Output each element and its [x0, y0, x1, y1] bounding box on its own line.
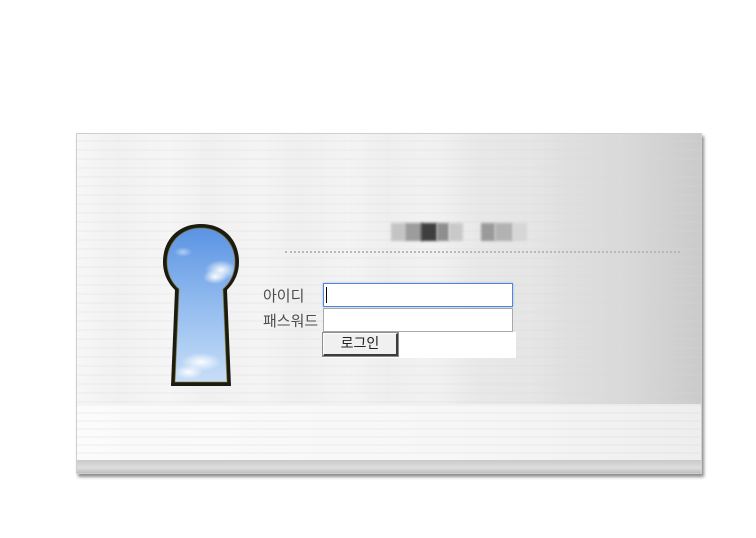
- login-panel: 아이디 패스워드 로그인: [76, 133, 702, 474]
- blurred-title: [391, 223, 541, 245]
- id-label: 아이디: [263, 287, 305, 305]
- keyhole-icon: [163, 224, 239, 386]
- text-caret: [326, 287, 327, 303]
- id-input[interactable]: [323, 283, 513, 307]
- password-input[interactable]: [323, 308, 513, 332]
- title-divider: [285, 251, 680, 253]
- panel-lower-band: [77, 404, 701, 460]
- password-label: 패스워드: [263, 312, 319, 330]
- panel-bottom-bar: [77, 460, 701, 473]
- login-button[interactable]: 로그인: [322, 332, 399, 357]
- page: 아이디 패스워드 로그인: [0, 0, 756, 538]
